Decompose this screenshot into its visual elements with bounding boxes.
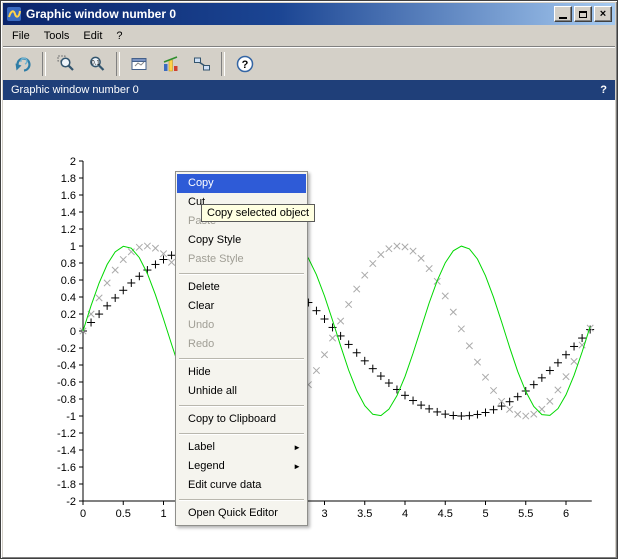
y-tick-label: 0.4 [61,292,76,304]
y-tick-label: 0.8 [61,258,76,270]
toolbar-separator [116,51,120,76]
x-tick-label: 4 [402,508,408,520]
maximize-icon [579,10,587,18]
context-menu-item-undo: Undo [188,319,215,331]
menu-separator [179,499,304,500]
minimize-button[interactable] [554,6,572,22]
y-tick-label: -1.4 [57,445,76,457]
menubar-item-edit[interactable]: Edit [76,27,109,45]
context-menu-item-paste-style: Paste Style [188,253,244,265]
x-tick-label: 0 [80,508,86,520]
x-tick-label: 0.5 [116,508,131,520]
titlebar[interactable]: Graphic window number 0 × [3,3,615,25]
x-tick-label: 1 [160,508,166,520]
x-tick-label: 4.5 [438,508,453,520]
y-tick-label: -0.2 [57,343,76,355]
plot-canvas[interactable]: 00.511.522.533.544.555.5621.81.61.41.210… [3,100,615,557]
y-tick-label: 1.4 [61,207,76,219]
context-menu: CopyCutPasteCopy StylePaste StyleDeleteC… [175,171,308,526]
context-menu-item-unhide-all[interactable]: Unhide all [177,382,306,401]
black-plus-series [79,242,595,420]
y-tick-label: 2 [70,156,76,168]
y-tick-label: 1.6 [61,190,76,202]
chart-editor-button[interactable] [157,50,184,77]
context-menu-item-legend[interactable]: Legend ► [177,457,306,476]
y-tick-label: -1.8 [57,479,76,491]
node-graph-button[interactable] [188,50,215,77]
window-title: Graphic window number 0 [26,7,177,21]
context-menu-item-edit-curve-data[interactable]: Edit curve data [177,476,306,495]
y-tick-label: -1 [66,411,76,423]
toolbar-separator [221,51,225,76]
rotate-button[interactable] [9,50,36,77]
context-menu-item-open-quick-editor[interactable]: Open Quick Editor [177,504,306,523]
x-tick-label: 3 [321,508,327,520]
minimize-icon [559,17,567,19]
x-tick-label: 6 [563,508,569,520]
context-menu-item-label[interactable]: Label ► [177,438,306,457]
context-menu-item-hide[interactable]: Hide [177,363,306,382]
menu-separator [179,273,304,274]
node-graph-icon [193,57,210,70]
dock-help-button[interactable]: ? [600,84,607,96]
context-menu-item-clear[interactable]: Clear [177,297,306,316]
y-tick-label: 0.6 [61,275,76,287]
tooltip: Copy selected object [201,204,316,222]
y-tick-label: -0.6 [57,377,76,389]
menu-separator [179,358,304,359]
menubar-item-file[interactable]: File [5,27,37,45]
menu-separator [179,405,304,406]
zoom-area-icon [57,55,74,71]
figure-canvas: 00.511.522.533.544.555.5621.81.61.41.210… [3,100,615,557]
dock-title: Graphic window number 0 [11,84,139,96]
x-tick-label: 5 [482,508,488,520]
context-menu-item-copy[interactable]: Copy [177,174,306,193]
y-tick-label: 1.8 [61,173,76,185]
rotate-icon [15,56,31,72]
context-menu-item-copy-style[interactable]: Copy Style [177,231,306,250]
close-icon: × [599,7,607,20]
svg-text:?: ? [241,59,248,71]
close-button[interactable]: × [594,6,612,22]
figure-options-icon [131,57,146,70]
figure-dock-titlebar: Graphic window number 0 ? [3,80,615,100]
y-tick-label: 1.2 [61,224,76,236]
green-line-series [82,245,591,417]
y-tick-label: -0.4 [57,360,76,372]
original-view-button[interactable]: 0,1 [83,50,110,77]
context-menu-item-redo: Redo [188,338,215,350]
y-tick-label: 0.2 [61,309,76,321]
figure-options-button[interactable] [126,50,153,77]
y-tick-label: -1.6 [57,462,76,474]
x-axis: 00.511.522.533.544.555.56 [80,500,592,520]
y-tick-label: 0 [70,326,76,338]
x-tick-label: 3.5 [357,508,372,520]
submenu-arrow-icon: ► [293,443,301,452]
menubar-item-[interactable]: ? [109,27,129,45]
y-tick-label: -1.2 [57,428,76,440]
submenu-arrow-icon: ► [293,462,301,471]
context-menu-item-delete[interactable]: Delete [177,278,306,297]
help-button[interactable]: ? [231,50,258,77]
chart-editor-icon [163,55,177,71]
help-icon: ? [236,55,253,72]
svg-text:0,1: 0,1 [91,60,100,66]
menubar-item-tools[interactable]: Tools [37,27,77,45]
y-axis: 2 1.8 1.6 1.4 1.2 1 0.8 0.6 0.4 0.2 0 -0.2 -0.4 -0.6 -… [57,156,84,508]
app-icon [7,7,21,21]
graphic-window: Graphic window number 0 × File Tools Edit? [0,0,618,559]
x-tick-label: 5.5 [518,508,533,520]
zoom-area-button[interactable] [52,50,79,77]
y-tick-label: 1 [70,241,76,253]
original-view-icon: 0,1 [89,56,104,71]
y-tick-label: -2 [66,496,76,508]
maximize-button[interactable] [574,6,592,22]
toolbar-separator [42,51,46,76]
menu-separator [179,433,304,434]
gray-x-series [79,242,594,420]
toolbar: 0,1 ? [3,46,615,80]
y-tick-label: -0.8 [57,394,76,406]
menubar: File Tools Edit? [3,25,615,46]
context-menu-item-copy-to-clipboard[interactable]: Copy to Clipboard [177,410,306,429]
